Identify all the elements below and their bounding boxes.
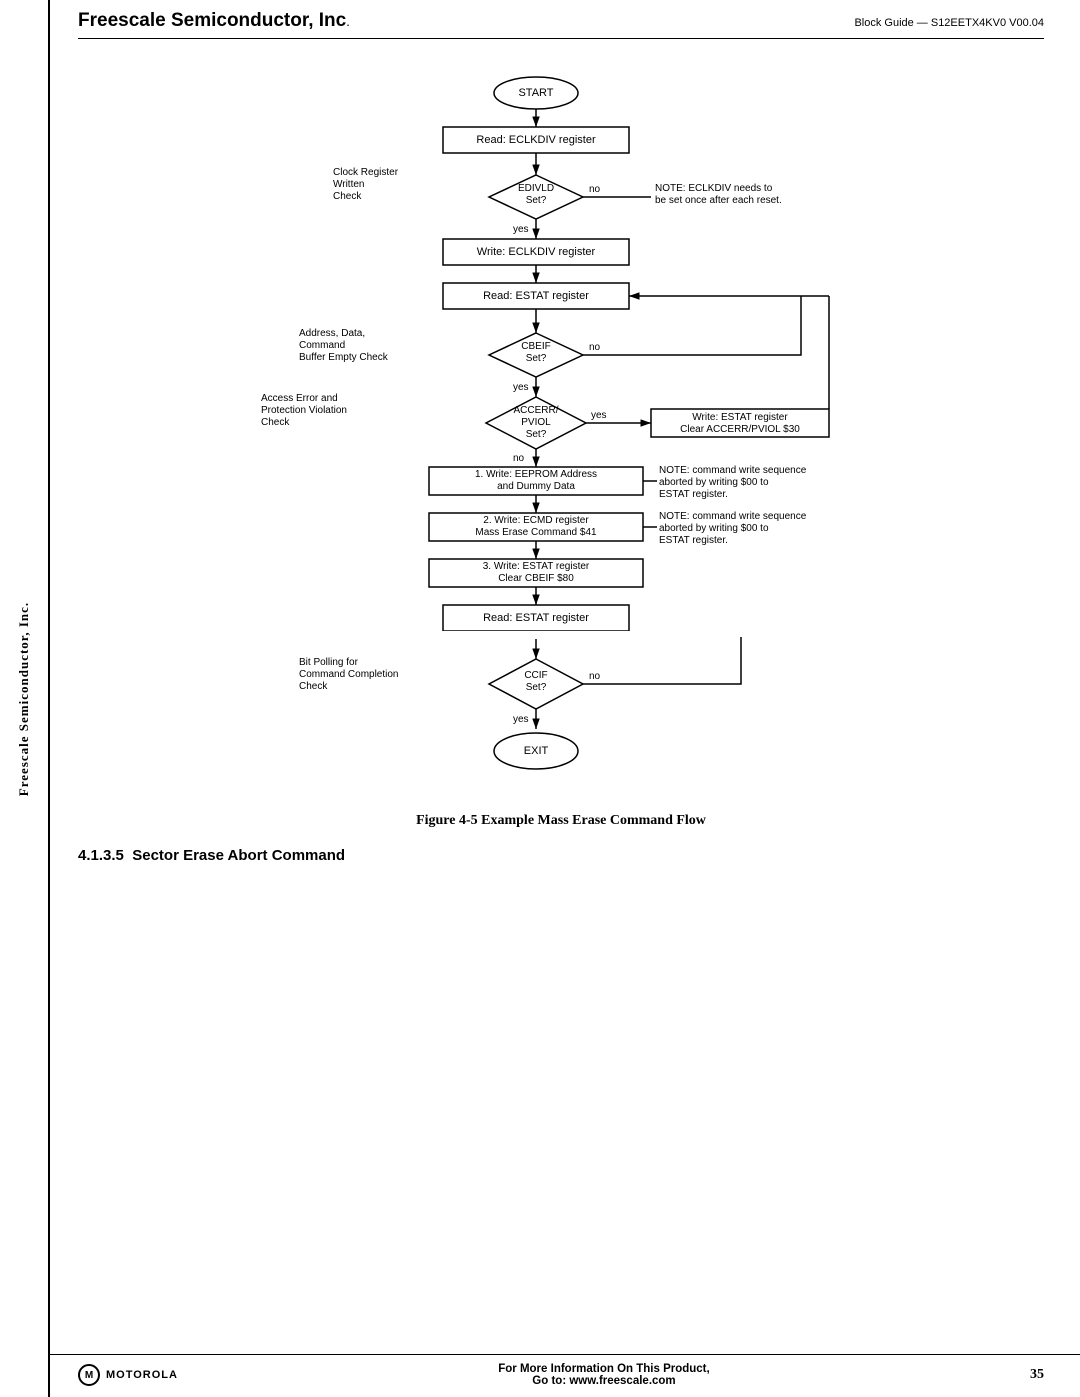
cbeif-text1: CBEIF (521, 341, 550, 352)
section-heading: 4.1.3.5 Sector Erase Abort Command (78, 847, 1044, 864)
clock-label3: Check (333, 191, 362, 202)
watermark-text: Freescale Semiconductor, Inc. (16, 601, 32, 795)
addr-label2: Command (299, 340, 345, 351)
accerr-no-text: no (513, 453, 525, 464)
page-number: 35 (1030, 1367, 1044, 1383)
flowchart-area2: Bit Polling for Command Completion Check… (78, 637, 1044, 807)
page-body: Freescale Semiconductor, Inc. Block Guid… (50, 0, 1080, 984)
section-title: Sector Erase Abort Command (132, 847, 345, 864)
write-estat-clear-2: Clear ACCERR/PVIOL $30 (680, 424, 800, 435)
ccif-text1: CCIF (524, 670, 547, 681)
access-label2: Protection Violation (261, 405, 347, 416)
accerr-text3: Set? (526, 429, 547, 440)
motorola-circle: M (78, 1364, 100, 1386)
bitpoll-label3: Check (299, 681, 328, 692)
exit-text: EXIT (524, 745, 549, 757)
read-estat2-text: Read: ESTAT register (483, 612, 589, 624)
page-header: Freescale Semiconductor, Inc. Block Guid… (78, 0, 1044, 39)
edivld-yes-text: yes (513, 224, 529, 235)
header-right: Block Guide — S12EETX4KV0 V00.04 (854, 17, 1044, 29)
step3-text1: 3. Write: ESTAT register (483, 561, 590, 572)
cbeif-yes-text: yes (513, 382, 529, 393)
addr-label3: Buffer Empty Check (299, 352, 389, 363)
step1-text1: 1. Write: EEPROM Address (475, 469, 597, 480)
flowchart2: Bit Polling for Command Completion Check… (181, 637, 941, 807)
clock-label1: Clock Register (333, 167, 399, 178)
motorola-label: MOTOROLA (106, 1369, 178, 1381)
edivld-text1: EDIVLD (518, 183, 554, 194)
note1-1: NOTE: command write sequence (659, 465, 807, 476)
accerr-text1: ACCERR/ (513, 405, 558, 416)
cbeif-no-text: no (589, 342, 601, 353)
header-title: Freescale Semiconductor, Inc (78, 10, 346, 31)
section-number: 4.1.3.5 (78, 847, 124, 864)
ccif-no-text: no (589, 671, 601, 682)
accerr-text2: PVIOL (521, 417, 551, 428)
write-estat-clear-1: Write: ESTAT register (692, 412, 788, 423)
note2-2: aborted by writing $00 to (659, 523, 769, 534)
note-eclkdiv2: be set once after each reset. (655, 195, 782, 206)
cbeif-no-loop (651, 296, 801, 355)
read-eclkdiv-text: Read: ECLKDIV register (476, 134, 596, 146)
edivld-no-text: no (589, 184, 601, 195)
access-label1: Access Error and (261, 393, 338, 404)
bitpoll-label1: Bit Polling for (299, 657, 359, 668)
ccif-no-loop (629, 637, 741, 684)
footer-left: M MOTOROLA (78, 1364, 178, 1386)
write-eclkdiv-text: Write: ECLKDIV register (477, 246, 596, 258)
ccif-yes-text: yes (513, 714, 529, 725)
step3-text2: Clear CBEIF $80 (498, 573, 574, 584)
flowchart-area: START Read: ECLKDIV register Clock Regis… (78, 71, 1044, 631)
edivld-text2: Set? (526, 195, 547, 206)
note2-1: NOTE: command write sequence (659, 511, 807, 522)
side-watermark: Freescale Semiconductor, Inc. (0, 0, 50, 1397)
note1-3: ESTAT register. (659, 489, 728, 500)
read-estat-text: Read: ESTAT register (483, 290, 589, 302)
note1-2: aborted by writing $00 to (659, 477, 769, 488)
step1-text2: and Dummy Data (497, 481, 575, 492)
figure-caption: Figure 4-5 Example Mass Erase Command Fl… (78, 813, 1044, 829)
header-brand: Freescale Semiconductor, Inc. (78, 10, 350, 32)
note-eclkdiv1: NOTE: ECLKDIV needs to (655, 183, 773, 194)
cbeif-text2: Set? (526, 353, 547, 364)
bitpoll-label2: Command Completion (299, 669, 399, 680)
flowchart: START Read: ECLKDIV register Clock Regis… (181, 71, 941, 631)
step2-text1: 2. Write: ECMD register (483, 515, 589, 526)
footer-info1: For More Information On This Product, (178, 1363, 1030, 1375)
header-period: . (346, 14, 350, 29)
footer-info2: Go to: www.freescale.com (178, 1375, 1030, 1387)
ccif-text2: Set? (526, 682, 547, 693)
addr-label1: Address, Data, (299, 328, 365, 339)
page-footer: M MOTOROLA For More Information On This … (50, 1354, 1080, 1397)
note2-3: ESTAT register. (659, 535, 728, 546)
clock-label2: Written (333, 179, 365, 190)
footer-center: For More Information On This Product, Go… (178, 1363, 1030, 1387)
accerr-yes-text: yes (591, 410, 607, 421)
access-label3: Check (261, 417, 290, 428)
step2-text2: Mass Erase Command $41 (475, 527, 597, 538)
start-text: START (518, 87, 553, 99)
